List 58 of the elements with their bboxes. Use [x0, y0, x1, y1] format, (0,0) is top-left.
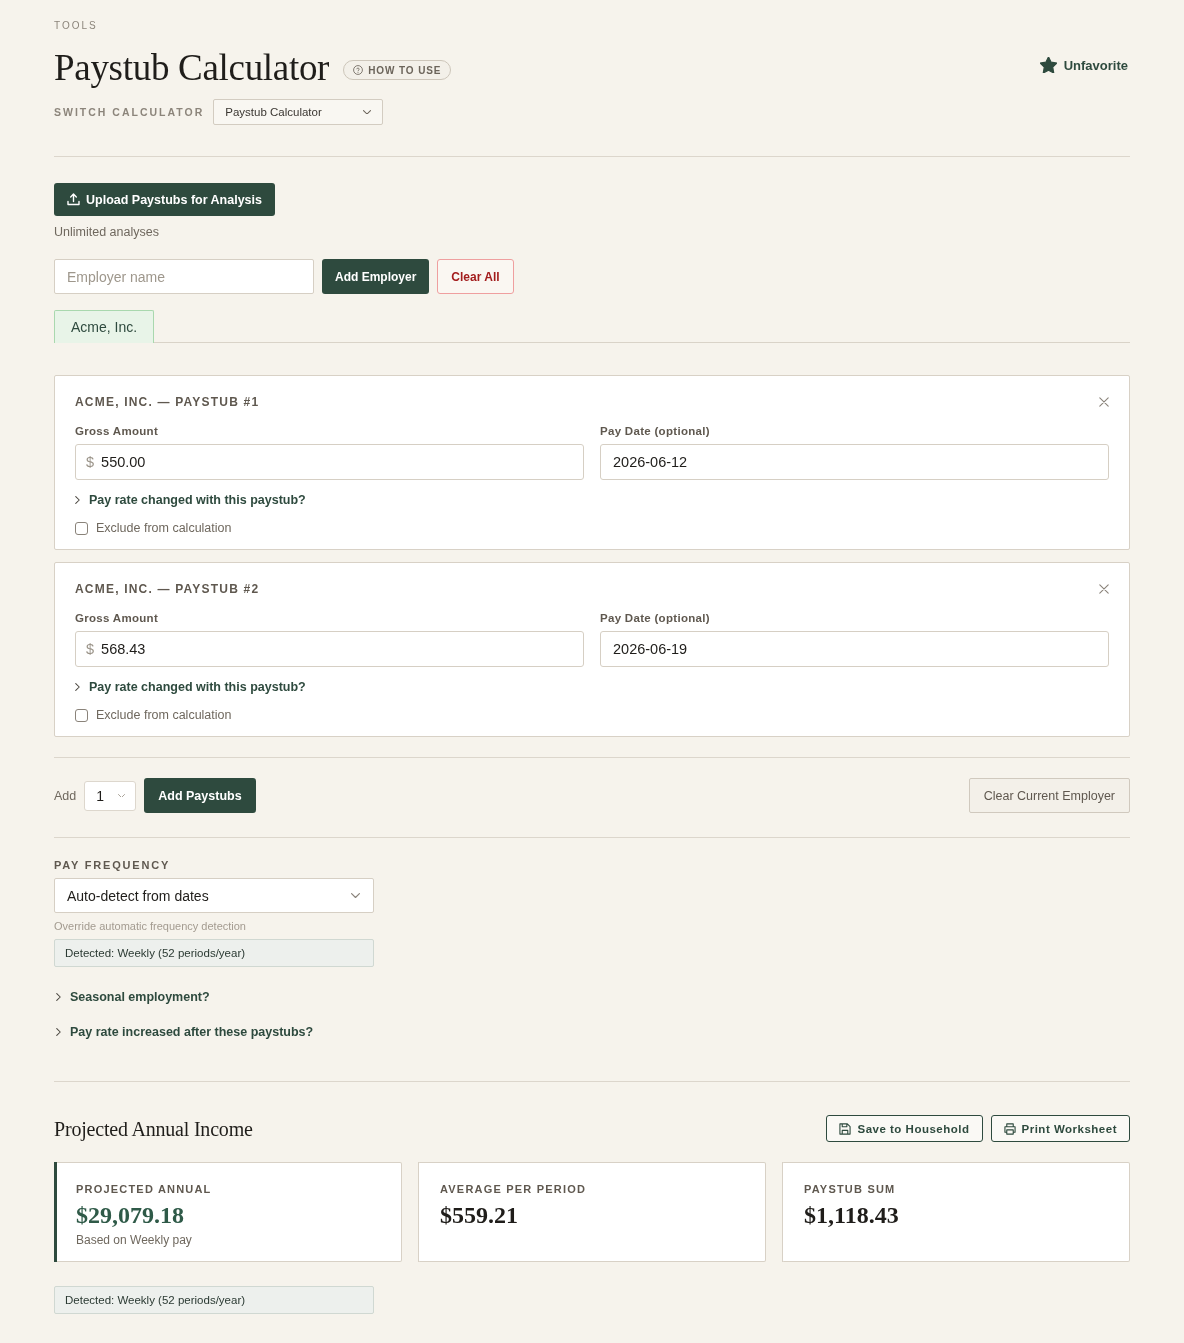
chevron-down-icon [351, 892, 360, 899]
chevron-down-icon [118, 793, 126, 798]
help-icon [353, 65, 364, 75]
paystub-title: ACME, INC. — PAYSTUB #2 [75, 582, 260, 596]
chevron-down-icon [363, 109, 372, 115]
analyses-note: Unlimited analyses [54, 225, 159, 239]
how-to-use-button[interactable]: HOW TO USE [343, 60, 452, 80]
result-note: Based on Weekly pay [76, 1233, 192, 1247]
breadcrumb-label: TOOLS [54, 20, 98, 32]
pay-rate-increase-toggle[interactable]: Pay rate increased after these paystubs? [56, 1025, 314, 1039]
gross-amount-field[interactable]: $ 550.00 [75, 444, 584, 480]
paystub-count-select[interactable]: 1 [84, 780, 137, 811]
result-label: AVERAGE PER PERIOD [440, 1183, 587, 1195]
close-icon[interactable] [1099, 397, 1109, 407]
clear-current-employer-button[interactable]: Clear Current Employer [968, 778, 1130, 813]
field-label: Gross Amount [75, 425, 159, 437]
add-employer-button[interactable]: Add Employer [322, 259, 430, 294]
gross-amount-field[interactable]: $ 568.43 [75, 631, 584, 667]
upload-icon [67, 193, 80, 206]
unfavorite-button[interactable]: Unfavorite [1039, 57, 1128, 73]
field-label: Gross Amount [75, 612, 159, 624]
close-icon[interactable] [1099, 584, 1109, 594]
add-paystubs-button[interactable]: Add Paystubs [144, 778, 256, 813]
result-value: $1,118.43 [804, 1201, 899, 1230]
result-label: PAYSTUB SUM [804, 1183, 896, 1195]
exclude-checkbox[interactable] [75, 708, 88, 722]
print-worksheet-button[interactable]: Print Worksheet [990, 1115, 1130, 1142]
calculator-select[interactable]: Paystub Calculator [213, 99, 384, 125]
section-title: Projected Annual Income [54, 1116, 253, 1142]
seasonal-employment-toggle[interactable]: Seasonal employment? [56, 990, 210, 1004]
page-title: Paystub Calculator [54, 46, 330, 90]
employer-tab[interactable]: Acme, Inc. [54, 310, 155, 343]
detected-frequency-note: Detected: Weekly (52 periods/year) [54, 939, 374, 967]
field-label: Pay Date (optional) [600, 425, 710, 437]
checkbox-label: Exclude from calculation [96, 708, 232, 722]
checkbox-label: Exclude from calculation [96, 521, 232, 535]
save-icon [839, 1122, 852, 1135]
pay-rate-toggle[interactable]: Pay rate changed with this paystub? [75, 493, 306, 507]
exclude-checkbox[interactable] [75, 521, 88, 535]
detected-frequency-note: Detected: Weekly (52 periods/year) [54, 1286, 374, 1314]
result-label: PROJECTED ANNUAL [76, 1183, 212, 1195]
clear-all-button[interactable]: Clear All [437, 259, 514, 294]
pay-frequency-select[interactable]: Auto-detect from dates [54, 878, 374, 913]
pay-rate-toggle[interactable]: Pay rate changed with this paystub? [75, 680, 306, 694]
result-value: $559.21 [440, 1201, 518, 1230]
pay-date-field[interactable]: 2026-06-12 [600, 444, 1109, 480]
save-to-household-button[interactable]: Save to Household [826, 1115, 983, 1142]
field-label: Pay Date (optional) [600, 612, 710, 624]
upload-paystubs-button[interactable]: Upload Paystubs for Analysis [54, 183, 275, 216]
frequency-hint: Override automatic frequency detection [54, 920, 246, 932]
result-value: $29,079.18 [76, 1201, 184, 1230]
pay-frequency-label: PAY FREQUENCY [54, 859, 171, 871]
employer-name-field[interactable]: Employer name [54, 259, 314, 294]
pay-date-field[interactable]: 2026-06-19 [600, 631, 1109, 667]
paystub-title: ACME, INC. — PAYSTUB #1 [75, 395, 260, 409]
add-label: Add [54, 788, 77, 803]
switch-calculator-label: SWITCH CALCULATOR [54, 106, 205, 118]
printer-icon [1003, 1122, 1016, 1135]
